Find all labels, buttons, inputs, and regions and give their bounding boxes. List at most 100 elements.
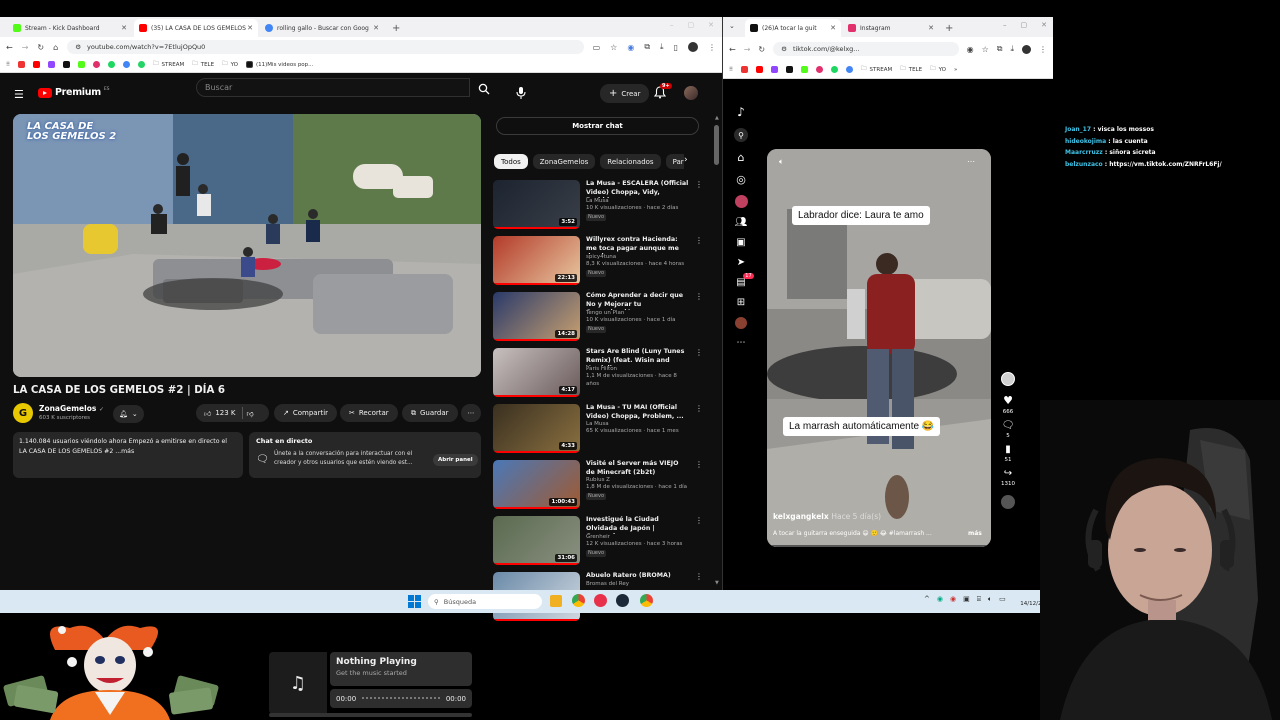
bookmark-folder-yo[interactable]: 🗀 YO [930, 65, 946, 74]
reload-icon[interactable]: ↻ [37, 43, 44, 52]
file-explorer-icon[interactable] [550, 595, 562, 607]
description-box[interactable]: 1.140.084 usuarios viéndolo ahora Empezó… [13, 432, 243, 478]
music-volume-bar[interactable] [269, 713, 472, 717]
profile-avatar[interactable] [1022, 44, 1031, 54]
tab-youtube[interactable]: (35) LA CASA DE LOS GEMELOS ✕ [134, 19, 258, 37]
explore-compass-icon[interactable]: ◎ [736, 173, 746, 186]
new-tab-button[interactable]: + [941, 23, 957, 37]
profile-avatar[interactable] [688, 42, 698, 52]
chip-zonagemelos[interactable]: ZonaGemelos [532, 154, 596, 169]
address-bar[interactable]: ⚙ youtube.com/watch?v=7EtlujOpQu0 [67, 40, 584, 54]
video-thumbnail[interactable]: 3:52 [493, 180, 580, 229]
more-actions-button[interactable]: ⋯ [461, 404, 481, 422]
channel-name[interactable]: ZonaGemelos ✓ [39, 404, 104, 413]
whatsapp-icon[interactable] [138, 61, 146, 68]
search-icon[interactable]: ⚲ [734, 128, 748, 142]
bookmark-folder-stream[interactable]: 🗀 STREAM [861, 65, 892, 74]
apps-icon[interactable]: ⠿ [729, 67, 733, 73]
scroll-down-icon[interactable]: ▼ [715, 580, 719, 586]
bookmark-folder-tele[interactable]: 🗀 TELE [900, 65, 922, 74]
apps-icon[interactable]: ⠿ [6, 62, 10, 68]
dislike-button[interactable]: 👎︎ [247, 409, 254, 418]
bookmark-star-icon[interactable]: ☆ [982, 45, 989, 54]
inbox-icon[interactable]: ▤ 17 [736, 273, 754, 288]
bookmark-icon[interactable]: ▮ [1005, 444, 1011, 455]
author-avatar[interactable] [1001, 372, 1015, 386]
extensions-puzzle-icon[interactable]: ⧉ [997, 44, 1003, 54]
avatar-icon[interactable] [734, 195, 748, 208]
more-vertical-icon[interactable]: ⋮ [695, 348, 703, 401]
reload-icon[interactable]: ↻ [758, 45, 765, 54]
save-button[interactable]: ⧉ Guardar [402, 404, 458, 422]
video-thumbnail[interactable]: 4:33 [493, 404, 580, 453]
install-icon[interactable]: ▭ [593, 43, 601, 52]
volume-icon[interactable]: 🔈︎ [988, 595, 992, 604]
network-icon[interactable]: ⌸ [977, 595, 981, 604]
share-button[interactable]: ↗ Compartir [274, 404, 338, 422]
extension-icon[interactable]: ◉ [627, 43, 634, 52]
extension-icon[interactable]: ◉ [967, 45, 974, 54]
more-vertical-icon[interactable]: ⋮ [695, 236, 703, 289]
share-arrow-icon[interactable]: ↪ [1004, 468, 1012, 479]
download-icon[interactable]: ⤓ [660, 42, 664, 52]
video-thumbnail[interactable]: 22:13 [493, 236, 580, 285]
tab-tiktok[interactable]: (26)A tocar la guit ✕ [745, 19, 841, 37]
battery-icon[interactable]: ▭ [999, 595, 1006, 604]
more-horizontal-icon[interactable]: ⋯ [737, 338, 746, 348]
video-thumbnail[interactable]: 4:17 [493, 348, 580, 397]
more-vertical-icon[interactable]: ⋮ [695, 180, 703, 233]
music-progress-bar[interactable] [362, 697, 440, 700]
tray-app2-icon[interactable]: ◉ [950, 595, 956, 604]
tray-app-icon[interactable]: ◉ [937, 595, 943, 604]
chrome-profile-taskbar-icon[interactable] [640, 594, 653, 607]
spotify-icon[interactable] [831, 66, 839, 73]
subscribed-bell-button[interactable]: 🔔︎ ⌄ [113, 405, 144, 423]
bookmark-folder-tele[interactable]: 🗀 TELE [192, 60, 214, 69]
profile-avatar-icon[interactable] [735, 317, 747, 329]
mute-icon[interactable]: 🔈︎ [779, 157, 784, 167]
more-vertical-icon[interactable]: ⋮ [695, 292, 703, 345]
hamburger-menu-icon[interactable]: ☰ [14, 88, 24, 101]
taskbar-search-box[interactable]: ⚲ Búsqueda [428, 594, 542, 609]
recommendation-item[interactable]: 4:17 Stars Are Blind (Luny Tunes Remix) (… [493, 348, 703, 401]
chip-related[interactable]: Relacionados [600, 154, 661, 169]
download-icon[interactable]: ⤓ [1010, 44, 1014, 54]
chevron-right-icon[interactable]: › [684, 155, 688, 165]
twitch-icon[interactable] [771, 66, 779, 73]
tray-usb-icon[interactable]: ▣ [963, 595, 970, 604]
youtube-search-input[interactable]: Buscar [196, 78, 470, 97]
twitch-icon[interactable] [48, 61, 56, 68]
channel-avatar[interactable]: G [13, 403, 33, 423]
video-player[interactable]: LA CASA DE LOS GEMELOS 2 [13, 114, 481, 377]
instagram-bookmark-icon[interactable] [816, 66, 824, 73]
forward-icon[interactable]: → [744, 45, 751, 54]
close-icon[interactable]: ✕ [121, 24, 127, 32]
minimize-icon[interactable]: – [670, 21, 674, 29]
live-icon[interactable]: ▣ [736, 237, 745, 248]
open-panel-button[interactable]: Abrir panel [433, 454, 478, 466]
more-options-icon[interactable]: ⋯ [967, 157, 975, 166]
show-chat-button[interactable]: Mostrar chat [496, 117, 699, 135]
kick-bookmark-icon[interactable] [801, 66, 809, 73]
youtube-bookmark-icon[interactable] [33, 61, 41, 68]
bookmark-icon[interactable] [741, 66, 749, 73]
kick-bookmark-icon[interactable] [78, 61, 86, 68]
recommendation-item[interactable]: 31:06 Investigué la Ciudad Olvidada de Ja… [493, 516, 703, 569]
maximize-icon[interactable]: ▢ [688, 21, 695, 29]
google-bookmark-icon[interactable] [123, 61, 131, 68]
video-thumbnail[interactable]: 1:00:43 [493, 460, 580, 509]
tray-chevron-icon[interactable]: ^ [924, 595, 930, 604]
tab-search-icon[interactable]: ⌄ [729, 22, 735, 30]
obs-icon[interactable] [594, 594, 607, 607]
extensions-puzzle-icon[interactable]: ⧉ [644, 42, 650, 52]
minimize-icon[interactable]: – [1003, 21, 1007, 29]
recommendation-item[interactable]: 14:28 Cómo Aprender a decir que No y Mejo… [493, 292, 703, 345]
tiktok-bookmark-icon[interactable] [63, 61, 71, 68]
close-icon[interactable]: ✕ [928, 24, 934, 32]
recommendation-item[interactable]: 1:00:43 Visité el Server más VIEJO de Min… [493, 460, 703, 513]
like-heart-icon[interactable]: ♥ [1003, 394, 1013, 407]
clip-button[interactable]: ✂ Recortar [340, 404, 398, 422]
spotify-icon[interactable] [108, 61, 116, 68]
bookmark-folder-stream[interactable]: 🗀 STREAM [153, 60, 184, 69]
more-bookmarks-icon[interactable]: » [954, 67, 957, 73]
